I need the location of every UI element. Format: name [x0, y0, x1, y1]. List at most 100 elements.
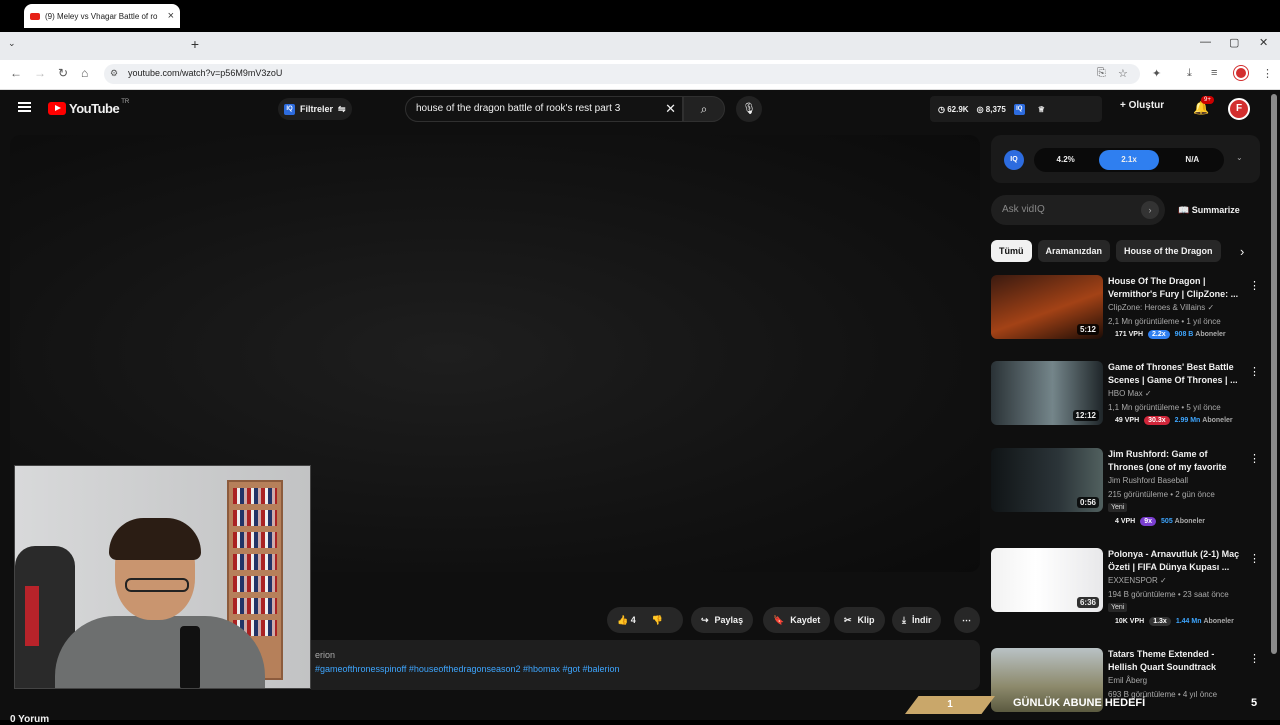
- duration-badge: 5:12: [1076, 324, 1099, 335]
- more-options-icon[interactable]: ⋮: [1249, 552, 1260, 565]
- more-options-icon[interactable]: ⋮: [1249, 279, 1260, 292]
- outlier-pill[interactable]: 2.1x: [1099, 150, 1159, 170]
- more-options-icon[interactable]: ⋮: [1249, 365, 1260, 378]
- video-title[interactable]: Tatars Theme Extended - Hellish Quart So…: [1108, 648, 1244, 674]
- description-hashtags[interactable]: #gameofthronesspinoff #houseofthedragons…: [315, 664, 976, 674]
- reload-icon[interactable]: ↻: [58, 66, 68, 80]
- extensions-icon[interactable]: ✦: [1152, 67, 1161, 80]
- more-options-icon[interactable]: ⋮: [1249, 652, 1260, 665]
- vidiq-stats-icon[interactable]: IQ: [1013, 103, 1025, 115]
- install-icon[interactable]: ⎘: [1097, 67, 1106, 80]
- subscriber-goal-overlay: 1 GÜNLÜK ABUNE HEDEFİ 5: [905, 696, 1280, 720]
- chips-next-icon[interactable]: ›: [1240, 244, 1244, 259]
- duration-badge: 6:36: [1076, 597, 1099, 608]
- channel-name[interactable]: Jim Rushford Baseball: [1108, 476, 1188, 485]
- page-scrollbar[interactable]: [1271, 94, 1277, 654]
- bookmark-star-icon[interactable]: ☆: [1118, 67, 1128, 80]
- na-pill[interactable]: N/A: [1163, 150, 1222, 170]
- region-code: TR: [121, 98, 130, 105]
- more-actions-button[interactable]: ⋯: [954, 607, 980, 633]
- multiplier-badge: 2.2x: [1148, 330, 1170, 339]
- video-title[interactable]: Jim Rushford: Game of Thrones (one of my…: [1108, 448, 1244, 474]
- scissors-icon: ✂: [844, 614, 852, 625]
- chip-house-of-dragon[interactable]: House of the Dragon: [1116, 240, 1221, 262]
- dislike-button[interactable]: 👎: [652, 615, 663, 626]
- browser-menu-icon[interactable]: ⋮: [1262, 67, 1273, 80]
- menu-icon[interactable]: [18, 102, 31, 112]
- search-query: house of the dragon battle of rook's res…: [416, 103, 621, 114]
- tab-search-chevron-icon[interactable]: ⌄: [8, 38, 16, 49]
- channel-name[interactable]: HBO Max ✓: [1108, 389, 1152, 398]
- recommendation-item[interactable]: 6:36 Polonya - Arnavutluk (2-1) Maç Özet…: [991, 548, 1261, 628]
- ask-vidiq-input[interactable]: Ask vidIQ ›: [991, 195, 1165, 225]
- site-info-icon[interactable]: ⚙: [110, 68, 118, 79]
- close-window-icon[interactable]: ✕: [1259, 36, 1268, 49]
- url-text: youtube.com/watch?v=p56M9mV3zoU: [128, 68, 283, 78]
- media-control-icon[interactable]: ≡: [1211, 67, 1217, 79]
- forward-icon[interactable]: →: [34, 66, 46, 80]
- like-dislike-group: 👍 4 👎: [607, 607, 683, 633]
- filters-button[interactable]: IQ Filtreler ⇋: [278, 98, 352, 120]
- download-button[interactable]: ⤓ İndir: [892, 607, 942, 633]
- subscriber-stat: 1.44 Mn Aboneler: [1175, 618, 1234, 625]
- browser-profile-avatar[interactable]: [1234, 66, 1248, 80]
- video-thumbnail[interactable]: 5:12: [991, 275, 1103, 339]
- share-button[interactable]: ↪ Paylaş: [691, 607, 754, 633]
- plus-icon: +: [1120, 100, 1129, 111]
- video-thumbnail[interactable]: 6:36: [991, 548, 1103, 612]
- recommendation-item[interactable]: Tatars Theme Extended - Hellish Quart So…: [991, 648, 1261, 712]
- more-options-icon[interactable]: ⋮: [1249, 452, 1260, 465]
- channel-avatar[interactable]: F: [1228, 98, 1250, 120]
- home-icon[interactable]: ⌂: [81, 66, 88, 80]
- search-icon: ⌕: [700, 102, 708, 116]
- vidiq-badge-icon: IQ: [284, 103, 295, 115]
- ask-placeholder: Ask vidIQ: [1002, 204, 1045, 215]
- view-count: 1,1 Mn görüntüleme • 5 yıl önce: [1108, 403, 1221, 412]
- expand-chevron-icon[interactable]: ⌄: [1236, 153, 1243, 162]
- trophy-icon[interactable]: ♕: [1038, 105, 1045, 114]
- download-icon[interactable]: ⤓: [1187, 67, 1192, 80]
- channel-name[interactable]: Emil Åberg: [1108, 676, 1147, 685]
- maximize-icon[interactable]: ▢: [1229, 36, 1239, 49]
- description-box[interactable]: erion #gameofthronesspinoff #houseofthed…: [311, 640, 980, 690]
- vph-stat: 10K VPH: [1115, 618, 1145, 625]
- youtube-logo[interactable]: YouTube TR: [48, 98, 130, 116]
- voice-search-button[interactable]: 🎙: [736, 96, 762, 122]
- vidiq-stats-bar[interactable]: ◷ 62.9K ◎ 8,375 IQ ♕: [930, 96, 1102, 122]
- create-button[interactable]: + Oluştur: [1120, 100, 1164, 111]
- video-thumbnail[interactable]: 12:12: [991, 361, 1103, 425]
- minimize-icon[interactable]: —: [1200, 36, 1211, 48]
- summarize-button[interactable]: 📖 Summarize: [1178, 205, 1240, 216]
- clear-search-icon[interactable]: ✕: [665, 101, 676, 117]
- recommendation-item[interactable]: 0:56 Jim Rushford: Game of Thrones (one …: [991, 448, 1261, 528]
- new-tab-icon[interactable]: +: [188, 36, 202, 52]
- vidiq-metrics: 49 VPH 30.3x 2.99 Mn Aboneler: [1115, 416, 1233, 425]
- search-input[interactable]: house of the dragon battle of rook's res…: [405, 96, 683, 122]
- video-thumbnail[interactable]: 0:56: [991, 448, 1103, 512]
- search-button[interactable]: ⌕: [683, 96, 725, 122]
- browser-tab[interactable]: (9) Meley vs Vhagar Battle of ro ×: [24, 4, 180, 28]
- clip-button[interactable]: ✂ Klip: [834, 607, 885, 633]
- channel-name[interactable]: EXXENSPOR ✓: [1108, 576, 1167, 585]
- webcam-overlay: [14, 465, 311, 689]
- person-torso: [55, 616, 265, 688]
- video-title[interactable]: House Of The Dragon | Vermithor's Fury |…: [1108, 275, 1244, 301]
- save-button[interactable]: 🔖 Kaydet: [763, 607, 831, 633]
- bookmark-icon: 🔖: [773, 614, 785, 625]
- channel-name[interactable]: ClipZone: Heroes & Villains ✓: [1108, 303, 1214, 312]
- subscriber-stat: 908 B Aboneler: [1174, 331, 1226, 338]
- chip-from-search[interactable]: Aramanızdan: [1037, 240, 1111, 262]
- view-count: 215 görüntüleme • 2 gün önce: [1108, 490, 1215, 499]
- chip-all[interactable]: Tümü: [991, 240, 1032, 262]
- like-button[interactable]: 👍 4: [617, 615, 636, 626]
- subscriber-stat: 2.99 Mn Aboneler: [1174, 417, 1233, 424]
- tab-close-icon[interactable]: ×: [168, 10, 174, 22]
- recommendation-item[interactable]: 5:12 House Of The Dragon | Vermithor's F…: [991, 275, 1261, 355]
- engagement-pill[interactable]: 4.2%: [1036, 150, 1095, 170]
- video-title[interactable]: Polonya - Arnavutluk (2-1) Maç Özeti | F…: [1108, 548, 1244, 574]
- recommendation-item[interactable]: 12:12 Game of Thrones' Best Battle Scene…: [991, 361, 1261, 441]
- back-icon[interactable]: ←: [10, 66, 22, 80]
- notifications-button[interactable]: 🔔 9+: [1193, 96, 1214, 116]
- ask-submit-icon[interactable]: ›: [1141, 201, 1159, 219]
- video-title[interactable]: Game of Thrones' Best Battle Scenes | Ga…: [1108, 361, 1244, 387]
